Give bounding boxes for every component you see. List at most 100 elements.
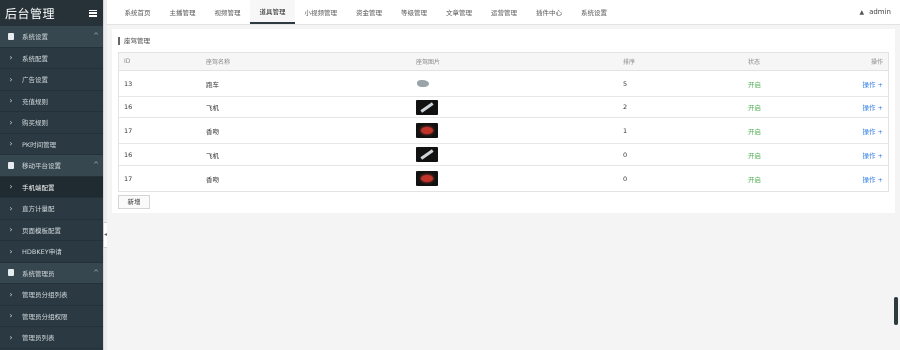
sidebar-item-label: 广告设置 <box>22 76 48 85</box>
top-nav-item[interactable]: 资金管理 <box>347 0 392 24</box>
sidebar-item[interactable]: › HDBKEY申请 <box>0 241 103 263</box>
header-op: 操作 <box>870 59 883 66</box>
main-content: 座驾管理 ID 座驾名称 座驾图片 排序 状态 操作 13 跑车 5 开启 操作 +16… <box>107 25 900 350</box>
cell-name: 飞机 <box>206 104 219 112</box>
chevron-right-icon: › <box>9 225 13 235</box>
sidebar-item[interactable]: › 充值规则 <box>0 91 103 112</box>
cell-id: 16 <box>124 103 133 111</box>
folder-icon <box>0 32 22 40</box>
vehicle-table: ID 座驾名称 座驾图片 排序 状态 操作 13 跑车 5 开启 操作 +16 飞机 2 开启… <box>118 52 889 192</box>
kiss-thumbnail <box>416 123 438 138</box>
operation-link[interactable]: 操作 + <box>862 128 883 136</box>
table-row: 13 跑车 5 开启 操作 + <box>119 71 888 97</box>
chevron-up-icon: ^ <box>93 161 99 170</box>
table-row: 16 飞机 0 开启 操作 + <box>119 144 888 166</box>
table-row: 16 飞机 2 开启 操作 + <box>119 97 888 118</box>
header-sort: 排序 <box>623 59 636 66</box>
vehicle-panel: 座驾管理 ID 座驾名称 座驾图片 排序 状态 操作 13 跑车 5 开启 操作 +16… <box>112 29 895 213</box>
sidebar-item[interactable]: › 系统配置 <box>0 48 103 69</box>
sidebar-item[interactable]: › 管理员分组权限 <box>0 306 103 327</box>
cell-sort: 2 <box>623 103 628 111</box>
chevron-right-icon: › <box>9 96 13 106</box>
chevron-right-icon: › <box>9 53 13 63</box>
table-row: 17 香吻 0 开启 操作 + <box>119 166 888 191</box>
table-header: ID 座驾名称 座驾图片 排序 状态 操作 <box>119 53 888 71</box>
cell-id: 13 <box>124 79 133 88</box>
sidebar-item-label: PK时间管理 <box>22 140 57 149</box>
sidebar-item-label: 管理员列表 <box>22 334 55 343</box>
cell-op: 操作 + <box>854 79 888 89</box>
plane-thumbnail <box>416 147 438 162</box>
sidebar-group[interactable]: 系统管理员 ^ <box>0 262 103 284</box>
top-nav-item[interactable]: 等级管理 <box>392 0 437 24</box>
cell-sort: 1 <box>623 126 628 135</box>
sidebar-item[interactable]: › 购买规则 <box>0 112 103 134</box>
folder-icon <box>0 269 22 277</box>
sidebar-item[interactable]: › 手机端配置 <box>0 176 103 198</box>
caret-up-icon: ▲ <box>859 8 865 16</box>
sidebar-item-label: 充值规则 <box>22 97 48 106</box>
operation-link[interactable]: 操作 + <box>862 104 883 112</box>
top-nav-item[interactable]: 主播管理 <box>160 0 205 24</box>
top-nav-item[interactable]: 插件中心 <box>527 0 572 24</box>
scrollbar-thumb[interactable] <box>894 297 898 325</box>
chevron-right-icon: › <box>9 139 13 149</box>
sidebar-item-label: 管理员分组权限 <box>22 312 68 321</box>
chevron-right-icon: › <box>9 332 13 342</box>
cell-image <box>416 123 623 138</box>
user-menu[interactable]: ▲ admin <box>859 0 900 24</box>
top-nav-item[interactable]: 文章管理 <box>437 0 482 24</box>
header-name: 座驾名称 <box>206 59 231 66</box>
top-nav-item[interactable]: 系统设置 <box>572 0 617 24</box>
chevron-up-icon: ^ <box>93 32 99 41</box>
sidebar-item[interactable]: › PK时间管理 <box>0 134 103 155</box>
operation-link[interactable]: 操作 + <box>862 176 883 184</box>
sidebar-group[interactable]: 系统设置 ^ <box>0 26 103 48</box>
top-nav-item[interactable]: 道具管理 <box>250 0 295 24</box>
sidebar-item-label: 直方计量配 <box>22 205 55 214</box>
sidebar-item[interactable]: › 广告设置 <box>0 69 103 91</box>
top-nav-item[interactable]: 运营管理 <box>482 0 527 24</box>
operation-link[interactable]: 操作 + <box>862 81 883 89</box>
header-id: ID <box>124 58 131 65</box>
menu-toggle-icon[interactable] <box>89 9 97 17</box>
sidebar-item[interactable]: › 管理员分组列表 <box>0 284 103 306</box>
cell-id: 17 <box>124 174 133 183</box>
sidebar-item-label: 手机端配置 <box>22 183 55 192</box>
table-row: 17 香吻 1 开启 操作 + <box>119 118 888 144</box>
sidebar-item-label: 页面模板配置 <box>22 226 61 235</box>
cell-name: 跑车 <box>206 80 219 89</box>
add-button[interactable]: 新增 <box>118 195 150 209</box>
panel-title: 座驾管理 <box>118 37 150 45</box>
cell-name: 飞机 <box>206 151 219 160</box>
chevron-right-icon: › <box>9 311 13 321</box>
status-badge: 开启 <box>748 151 761 160</box>
top-nav-item[interactable]: 小视频管理 <box>295 0 347 24</box>
chevron-right-icon: › <box>9 289 13 299</box>
cell-name: 香吻 <box>206 127 219 136</box>
folder-icon <box>0 161 22 169</box>
status-badge: 开启 <box>748 127 761 136</box>
cell-name: 香吻 <box>206 175 219 184</box>
sidebar-group[interactable]: 移动平台设置 ^ <box>0 155 103 177</box>
sidebar-nav: 系统设置 ^ › 系统配置 › 广告设置 › 充值规则 › 购买规则 › PK时间管理 移动平台设置 ^ ›… <box>0 26 103 349</box>
cell-id: 16 <box>124 150 133 159</box>
header-image: 座驾图片 <box>416 59 441 66</box>
cell-sort: 5 <box>623 79 628 88</box>
sidebar-item[interactable]: › 页面模板配置 <box>0 220 103 241</box>
cell-id: 17 <box>124 126 133 135</box>
chevron-up-icon: ^ <box>93 268 99 277</box>
top-nav-item[interactable]: 视频管理 <box>205 0 250 24</box>
status-badge: 开启 <box>748 80 761 89</box>
chevron-right-icon: › <box>9 246 13 256</box>
operation-link[interactable]: 操作 + <box>862 152 883 160</box>
sidebar-item[interactable]: › 直方计量配 <box>0 198 103 220</box>
cell-op: 操作 + <box>854 102 888 112</box>
cell-op: 操作 + <box>854 150 888 160</box>
car-thumbnail <box>416 79 432 88</box>
cell-image <box>416 147 623 162</box>
top-nav-item[interactable]: 系统首页 <box>115 0 160 24</box>
sidebar-item[interactable]: › 管理员列表 <box>0 327 103 349</box>
cell-sort: 0 <box>623 150 628 159</box>
cell-image <box>416 171 623 186</box>
